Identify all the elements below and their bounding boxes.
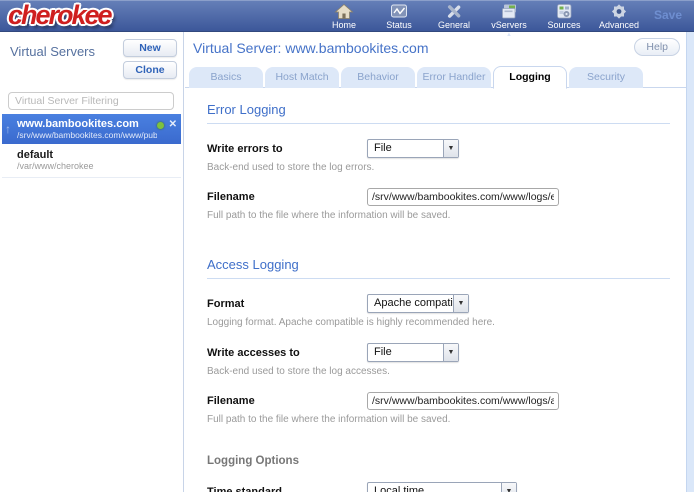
general-icon [429,3,479,20]
active-section-marker: ▲ [506,32,512,38]
virtual-server-filter-input[interactable] [8,92,174,110]
home-icon [319,3,369,20]
nav-label: General [438,20,470,30]
new-button[interactable]: New [123,39,177,57]
nav-label: Status [386,20,412,30]
advanced-icon [594,3,644,20]
tab-behavior[interactable]: Behavior [341,67,415,88]
chevron-down-icon: ▼ [443,140,458,157]
sidebar-header: Virtual Servers New Clone [0,32,183,84]
sidebar-title: Virtual Servers [10,44,95,59]
nav-item-vservers[interactable]: vServers ▲ [484,3,534,30]
nav-label: Home [332,20,356,30]
tab-security[interactable]: Security [569,67,643,88]
chevron-down-icon: ▼ [501,483,516,492]
error-filename-label: Filename [207,191,367,203]
nav-item-general[interactable]: General [429,3,479,30]
write-errors-help: Back-end used to store the log errors. [207,162,670,173]
access-filename-row: Filename [207,392,670,410]
select-value: Local time [368,483,501,492]
select-value: File [368,344,443,361]
virtual-servers-sidebar: Virtual Servers New Clone ↑ www.bambooki… [0,32,184,492]
format-select[interactable]: Apache compatible ▼ [367,294,469,313]
select-value: Apache compatible [368,295,453,312]
logging-form: Error Logging Write errors to File ▼ Bac… [185,88,694,492]
main-header: Virtual Server: www.bambookites.com Help [185,32,694,60]
error-filename-input[interactable] [367,188,559,206]
server-name: default [17,149,175,161]
cherokee-logo[interactable]: cherokee [8,0,111,31]
status-icon [374,3,424,20]
nav-item-advanced[interactable]: Advanced [594,3,644,30]
help-button[interactable]: Help [634,38,680,56]
scrollbar[interactable] [686,32,694,492]
nav-label: Sources [547,20,580,30]
server-item-bambookites[interactable]: ↑ www.bambookites.com /srv/www/bambookit… [2,114,181,144]
status-dot-icon [157,122,164,129]
sources-icon [539,3,589,20]
time-standard-select[interactable]: Local time ▼ [367,482,517,492]
server-path: /srv/www/bambookites.com/www/public_htm [17,130,157,140]
tab-error-handler[interactable]: Error Handler [417,67,491,88]
vservers-icon [484,3,534,20]
server-path: /var/www/cherokee [17,161,175,171]
nav-label: vServers [491,20,527,30]
chevron-down-icon: ▼ [443,344,458,361]
sub-heading-logging-options: Logging Options [207,455,670,467]
clone-button[interactable]: Clone [123,61,177,79]
nav-item-status[interactable]: Status [374,3,424,30]
format-label: Format [207,298,367,310]
write-accesses-row: Write accesses to File ▼ [207,343,670,362]
tab-host-match[interactable]: Host Match [265,67,339,88]
nav-item-sources[interactable]: Sources [539,3,589,30]
access-filename-input[interactable] [367,392,559,410]
tab-bar: Basics Host Match Behavior Error Handler… [185,65,694,88]
main-nav: Home Status General vServers ▲ Sources [319,3,644,30]
drag-handle-icon[interactable]: ↑ [5,122,11,136]
section-heading-access-logging: Access Logging [207,247,670,279]
chevron-down-icon: ▼ [453,295,468,312]
nav-label: Advanced [599,20,639,30]
main-panel: Virtual Server: www.bambookites.com Help… [185,32,694,492]
page-title: Virtual Server: www.bambookites.com [193,40,429,56]
write-errors-select[interactable]: File ▼ [367,139,459,158]
error-filename-help: Full path to the file where the informat… [207,210,670,221]
server-item-default[interactable]: default /var/www/cherokee [2,144,181,178]
access-filename-help: Full path to the file where the informat… [207,414,670,425]
write-errors-label: Write errors to [207,143,367,155]
section-heading-error-logging: Error Logging [207,92,670,124]
time-standard-row: Time standard Local time ▼ [207,482,670,492]
close-icon[interactable]: ✕ [169,119,177,130]
tab-logging[interactable]: Logging [493,66,567,89]
server-name: www.bambookites.com [17,118,157,130]
write-accesses-select[interactable]: File ▼ [367,343,459,362]
write-accesses-help: Back-end used to store the log accesses. [207,366,670,377]
format-row: Format Apache compatible ▼ [207,294,670,313]
save-button[interactable]: Save [654,8,682,22]
time-standard-label: Time standard [207,486,367,492]
write-errors-row: Write errors to File ▼ [207,139,670,158]
error-filename-row: Filename [207,188,670,206]
access-filename-label: Filename [207,395,367,407]
write-accesses-label: Write accesses to [207,347,367,359]
server-list: ↑ www.bambookites.com /srv/www/bambookit… [2,114,181,178]
format-help: Logging format. Apache compatible is hig… [207,317,670,328]
nav-item-home[interactable]: Home [319,3,369,30]
select-value: File [368,140,443,157]
tab-basics[interactable]: Basics [189,67,263,88]
